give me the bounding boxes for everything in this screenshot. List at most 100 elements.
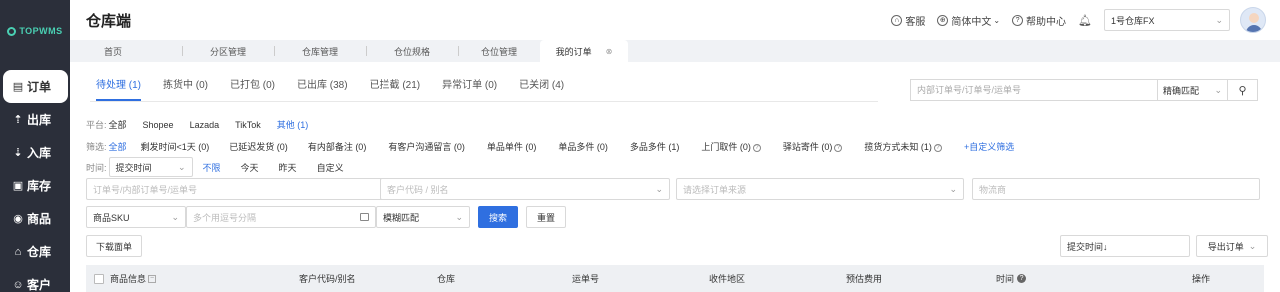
order-icon: ▤	[12, 81, 24, 93]
filter-option-all[interactable]: 全部	[109, 140, 127, 153]
help-label: 帮助中心	[1026, 16, 1067, 28]
service-label: 客服	[905, 16, 926, 28]
status-tab-packed[interactable]: 已打包 (0)	[230, 76, 275, 101]
chevron-down-icon: ⌄	[655, 183, 663, 194]
filter-option-multi-multi[interactable]: 多品多件 (1)	[630, 140, 680, 153]
sidebar-item-customer[interactable]: ☺ 客户	[0, 268, 70, 292]
filter-option-door-pickup[interactable]: 上门取件 (0)?	[701, 140, 761, 153]
sort-select[interactable]: 提交时间↓	[1060, 235, 1190, 257]
status-tab-shipped[interactable]: 已出库 (38)	[297, 76, 348, 101]
status-tab-pending[interactable]: 待处理 (1)	[96, 76, 141, 101]
filter-option-single-multi[interactable]: 单品多件 (0)	[558, 140, 608, 153]
platform-option-all[interactable]: 全部	[109, 118, 127, 131]
platform-option-shopee[interactable]: Shopee	[143, 120, 174, 130]
service-link[interactable]: ∩ 客服	[891, 13, 925, 28]
time-filter-row: 时间: 提交时间 ⌄ 不限 今天 昨天 自定义	[86, 157, 360, 177]
custom-filter-link[interactable]: +自定义筛选	[964, 140, 1014, 153]
time-option-yesterday[interactable]: 昨天	[279, 161, 297, 174]
sidebar-item-label: 商品	[27, 212, 52, 226]
col-estimated-fee: 预估费用	[846, 274, 883, 284]
header-actions: ∩ 客服 ⊕ 简体中文 ⌄ ? 帮助中心 🔔︎ 1号仓库FX ⌄	[891, 0, 1266, 40]
platform-option-tiktok[interactable]: TikTok	[235, 120, 261, 130]
sidebar-item-label: 仓库	[27, 245, 52, 259]
chevron-down-icon: ⌄	[455, 211, 463, 222]
chevron-down-icon: ⌄	[1215, 14, 1223, 25]
status-tabs: 待处理 (1) 拣货中 (0) 已打包 (0) 已出库 (38) 已拦截 (21…	[96, 76, 586, 101]
help-center-link[interactable]: ? 帮助中心	[1012, 13, 1066, 28]
filter-option-delayed[interactable]: 已延迟发货 (0)	[229, 140, 288, 153]
time-option-today[interactable]: 今天	[241, 161, 259, 174]
tab-label: 首页	[103, 46, 122, 57]
download-label-button[interactable]: 下载面单	[86, 235, 142, 257]
tab-zone-management[interactable]: 分区管理	[182, 40, 274, 62]
match-mode-value: 精确匹配	[1163, 85, 1200, 96]
inbound-icon: ⇣	[13, 147, 23, 159]
logistics-field[interactable]: 物流商	[972, 178, 1260, 200]
filter-option-single-single[interactable]: 单品单件 (0)	[487, 140, 537, 153]
headset-icon: ∩	[891, 14, 903, 26]
sidebar-item-inventory[interactable]: ▣ 库存	[0, 169, 70, 202]
close-icon[interactable]: ⊗	[606, 47, 613, 56]
time-option-any[interactable]: 不限	[203, 161, 221, 174]
platform-option-lazada[interactable]: Lazada	[190, 120, 220, 130]
order-source-select[interactable]: 请选择订单来源 ⌄	[676, 178, 964, 200]
sidebar-item-goods[interactable]: ◉ 商品	[0, 202, 70, 235]
tab-home[interactable]: 首页	[70, 40, 156, 62]
select-all-checkbox[interactable]	[94, 273, 104, 284]
status-tab-closed[interactable]: 已关闭 (4)	[519, 76, 564, 101]
filter-option-station-send[interactable]: 驿站寄件 (0)?	[783, 140, 843, 153]
sidebar-item-label: 客户	[27, 278, 52, 292]
expand-icon[interactable]: −	[148, 274, 157, 283]
status-tab-intercepted[interactable]: 已拦截 (21)	[370, 76, 421, 101]
filter-option-pickup-unknown[interactable]: 揽货方式未知 (1)?	[864, 140, 942, 153]
avatar[interactable]	[1240, 7, 1266, 33]
order-source-placeholder: 请选择订单来源	[683, 184, 747, 195]
time-label: 时间:	[86, 162, 107, 173]
sku-type-select[interactable]: 商品SKU ⌄	[86, 206, 186, 228]
filter-option-ship-deadline[interactable]: 剩发时间<1天 (0)	[141, 140, 210, 153]
tab-location-management[interactable]: 仓位管理	[458, 40, 540, 62]
filter-option-label: 揽货方式未知 (1)	[864, 142, 932, 152]
bell-icon[interactable]: 🔔︎	[1078, 14, 1092, 27]
table-header: 商品信息 − 客户代码/别名 仓库 运单号 收件地区 预估费用 时间 ? 操作	[86, 265, 1264, 292]
platform-option-other[interactable]: 其他 (1)	[277, 118, 309, 131]
fuzzy-match-select[interactable]: 模糊匹配 ⌄	[376, 206, 470, 228]
logo[interactable]: TOPWMS	[0, 0, 70, 62]
col-goods-info: 商品信息 −	[94, 265, 157, 292]
chevron-down-icon: ⌄	[1214, 84, 1222, 95]
export-orders-button[interactable]: 导出订单 ⌄	[1196, 235, 1268, 257]
sidebar-item-orders[interactable]: ▤ 订单	[3, 70, 68, 103]
tab-warehouse-management[interactable]: 仓库管理	[274, 40, 366, 62]
sidebar-item-outbound[interactable]: ⇡ 出库	[0, 103, 70, 136]
customer-code-field[interactable]: 客户代码 / 别名 ⌄	[380, 178, 670, 200]
help-icon: ?	[834, 143, 843, 152]
tab-location-spec[interactable]: 仓位规格	[366, 40, 458, 62]
filter-option-customer-message[interactable]: 有客户沟通留言 (0)	[388, 140, 465, 153]
top-search-bar: 精确匹配 ⌄ ⚲	[910, 79, 1258, 101]
filter-label: 筛选:	[86, 142, 107, 152]
filter-option-internal-note[interactable]: 有内部备注 (0)	[308, 140, 367, 153]
time-type-select[interactable]: 提交时间 ⌄	[108, 157, 193, 177]
match-mode-select[interactable]: 精确匹配 ⌄	[1157, 80, 1227, 100]
sidebar-item-inbound[interactable]: ⇣ 入库	[0, 136, 70, 169]
reset-button[interactable]: 重置	[526, 206, 566, 228]
tab-label: 仓库管理	[301, 46, 338, 57]
outbound-icon: ⇡	[13, 114, 23, 126]
fuzzy-match-value: 模糊匹配	[383, 212, 420, 223]
search-button[interactable]: 搜索	[478, 206, 518, 228]
sku-input[interactable]: 多个用逗号分隔	[186, 206, 376, 228]
chevron-down-icon: ⌄	[1248, 240, 1257, 251]
language-switcher[interactable]: ⊕ 简体中文 ⌄	[937, 13, 1000, 28]
sidebar-item-warehouse[interactable]: ⌂ 仓库	[0, 235, 70, 268]
batch-input-icon[interactable]	[360, 213, 369, 221]
tab-my-orders[interactable]: 我的订单 ⊗	[540, 40, 628, 62]
order-search-input[interactable]	[911, 80, 1157, 100]
filter-option-label: 上门取件 (0)	[701, 142, 751, 152]
status-tab-exception[interactable]: 异常订单 (0)	[442, 76, 497, 101]
status-tab-picking[interactable]: 拣货中 (0)	[163, 76, 208, 101]
sku-type-value: 商品SKU	[93, 212, 130, 223]
search-icon[interactable]: ⚲	[1227, 80, 1257, 100]
time-option-custom[interactable]: 自定义	[317, 161, 344, 174]
warehouse-select[interactable]: 1号仓库FX ⌄	[1104, 9, 1230, 31]
customer-icon: ☺	[12, 278, 24, 291]
